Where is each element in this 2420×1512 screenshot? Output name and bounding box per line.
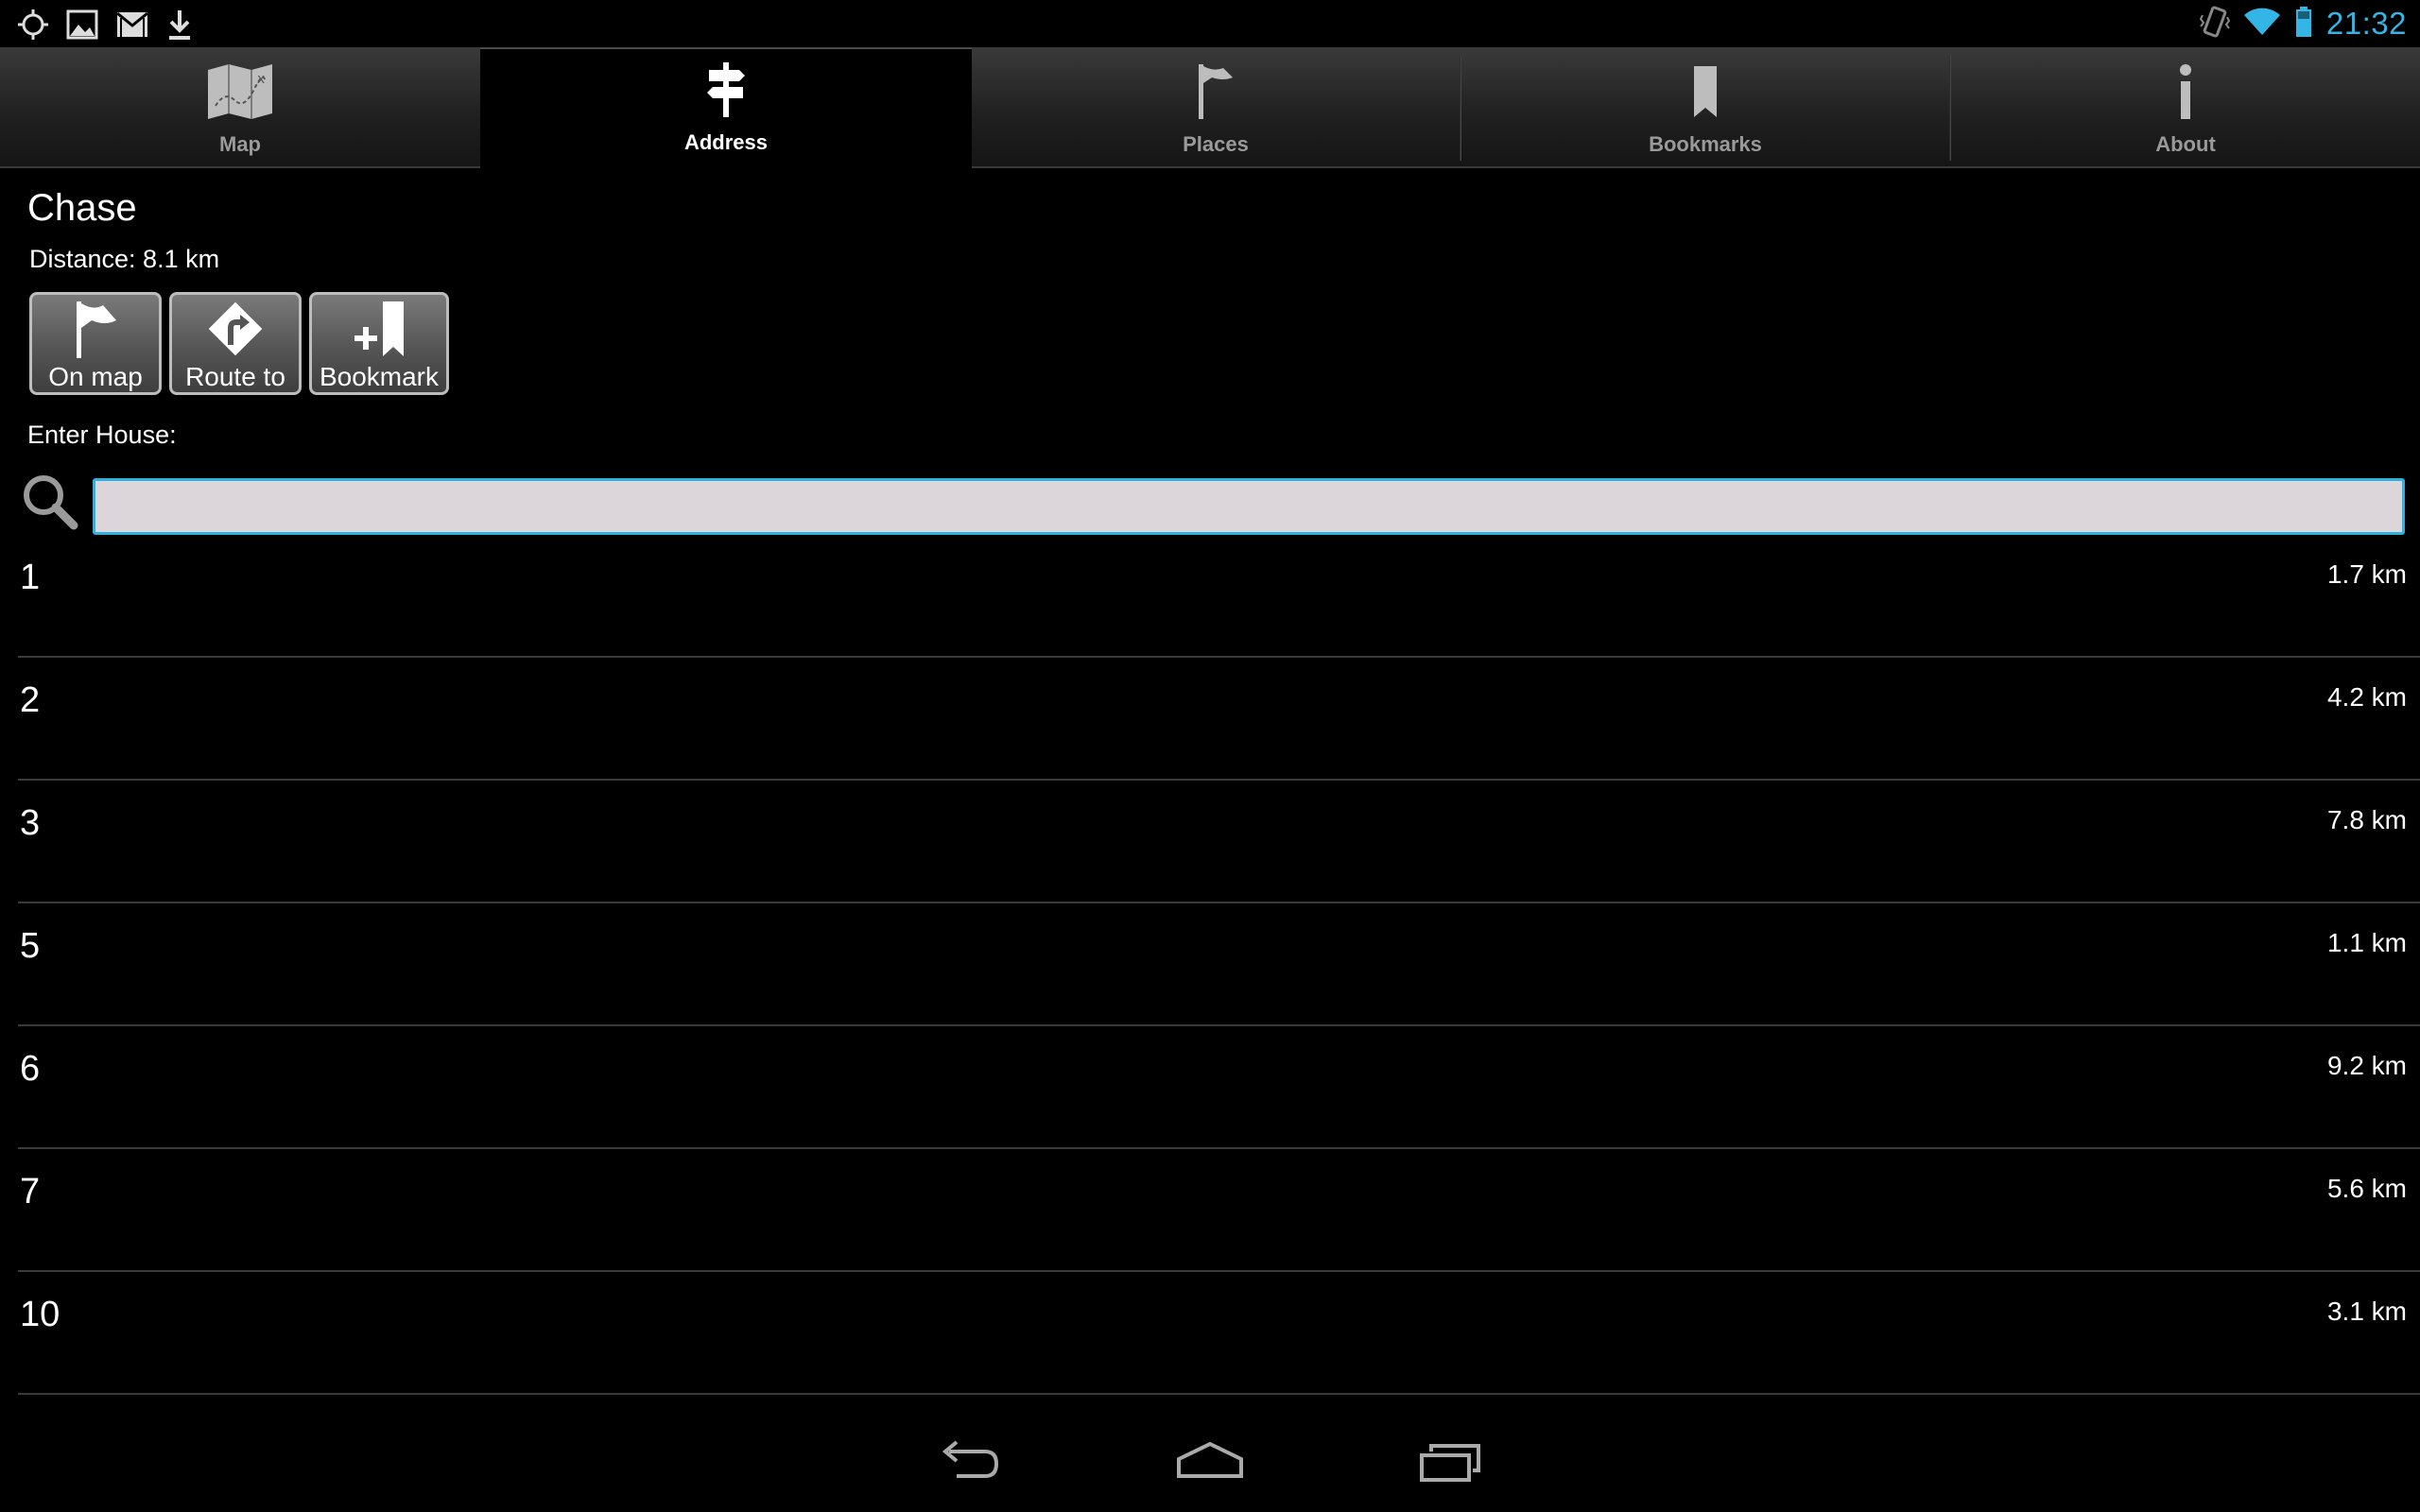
gallery-icon [66, 9, 98, 40]
house-distance: 4.2 km [2326, 682, 2407, 712]
gps-icon [17, 9, 49, 41]
wifi-icon [2243, 7, 2281, 42]
house-number: 3 [20, 803, 41, 843]
house-number: 6 [20, 1049, 41, 1089]
route-to-button[interactable]: Route to [169, 292, 302, 395]
list-item[interactable]: 1 1.7 km [18, 535, 2420, 658]
on-map-button[interactable]: On map [29, 292, 162, 395]
house-distance: 3.1 km [2326, 1297, 2407, 1326]
tab-bar: x Map Address Places Bookmarks About [0, 47, 2420, 170]
street-title: Chase [27, 187, 137, 229]
house-distance: 9.2 km [2326, 1051, 2407, 1080]
house-number: 1 [20, 558, 41, 597]
house-distance: 1.1 km [2326, 928, 2407, 957]
add-bookmark-button[interactable]: Bookmark [309, 292, 449, 395]
flag-icon [71, 295, 120, 360]
battery-icon [2294, 6, 2313, 43]
back-icon[interactable] [936, 1438, 1002, 1490]
list-item[interactable]: 3 7.8 km [18, 781, 2420, 903]
navigation-bar [0, 1418, 2420, 1512]
house-number: 5 [20, 926, 41, 966]
house-distance: 1.7 km [2326, 559, 2407, 589]
signpost-icon [705, 49, 747, 119]
info-icon [2176, 51, 2195, 121]
svg-text:x: x [257, 72, 265, 87]
house-list: 1 1.7 km 2 4.2 km 3 7.8 km 5 1.1 km 6 9.… [0, 535, 2420, 1395]
tab-map[interactable]: x Map [0, 51, 480, 168]
add-bookmark-icon [343, 295, 415, 360]
tab-about[interactable]: About [1951, 51, 2420, 168]
download-icon [166, 9, 193, 41]
list-item[interactable]: 5 1.1 km [18, 903, 2420, 1026]
home-icon[interactable] [1175, 1438, 1245, 1490]
gmail-icon [115, 10, 149, 39]
tab-address[interactable]: Address [480, 47, 972, 170]
system-icons: 21:32 [2199, 4, 2407, 43]
list-item[interactable]: 2 4.2 km [18, 658, 2420, 781]
house-distance: 5.6 km [2326, 1174, 2407, 1203]
list-item[interactable]: 7 5.6 km [18, 1149, 2420, 1272]
list-item[interactable]: 6 9.2 km [18, 1026, 2420, 1149]
house-number: 7 [20, 1172, 41, 1211]
house-distance: 7.8 km [2326, 805, 2407, 834]
notification-icons [17, 6, 193, 43]
map-icon: x [206, 51, 274, 121]
vibrate-icon [2199, 6, 2231, 43]
house-search-input[interactable] [93, 478, 2405, 535]
list-item[interactable]: 10 3.1 km [18, 1272, 2420, 1395]
bookmark-icon [1691, 51, 1720, 121]
house-number: 2 [20, 680, 41, 720]
recent-apps-icon[interactable] [1418, 1438, 1484, 1490]
search-icon [21, 472, 79, 536]
status-bar: 21:32 [0, 0, 2420, 47]
street-distance: Distance: 8.1 km [29, 245, 220, 273]
route-turn-icon [204, 295, 267, 360]
status-clock: 21:32 [2325, 6, 2407, 41]
house-number: 10 [20, 1295, 60, 1334]
tab-places[interactable]: Places [972, 51, 1460, 168]
tab-bookmarks[interactable]: Bookmarks [1461, 51, 1949, 168]
flag-icon [1195, 51, 1236, 121]
enter-house-label: Enter House: [27, 421, 177, 449]
